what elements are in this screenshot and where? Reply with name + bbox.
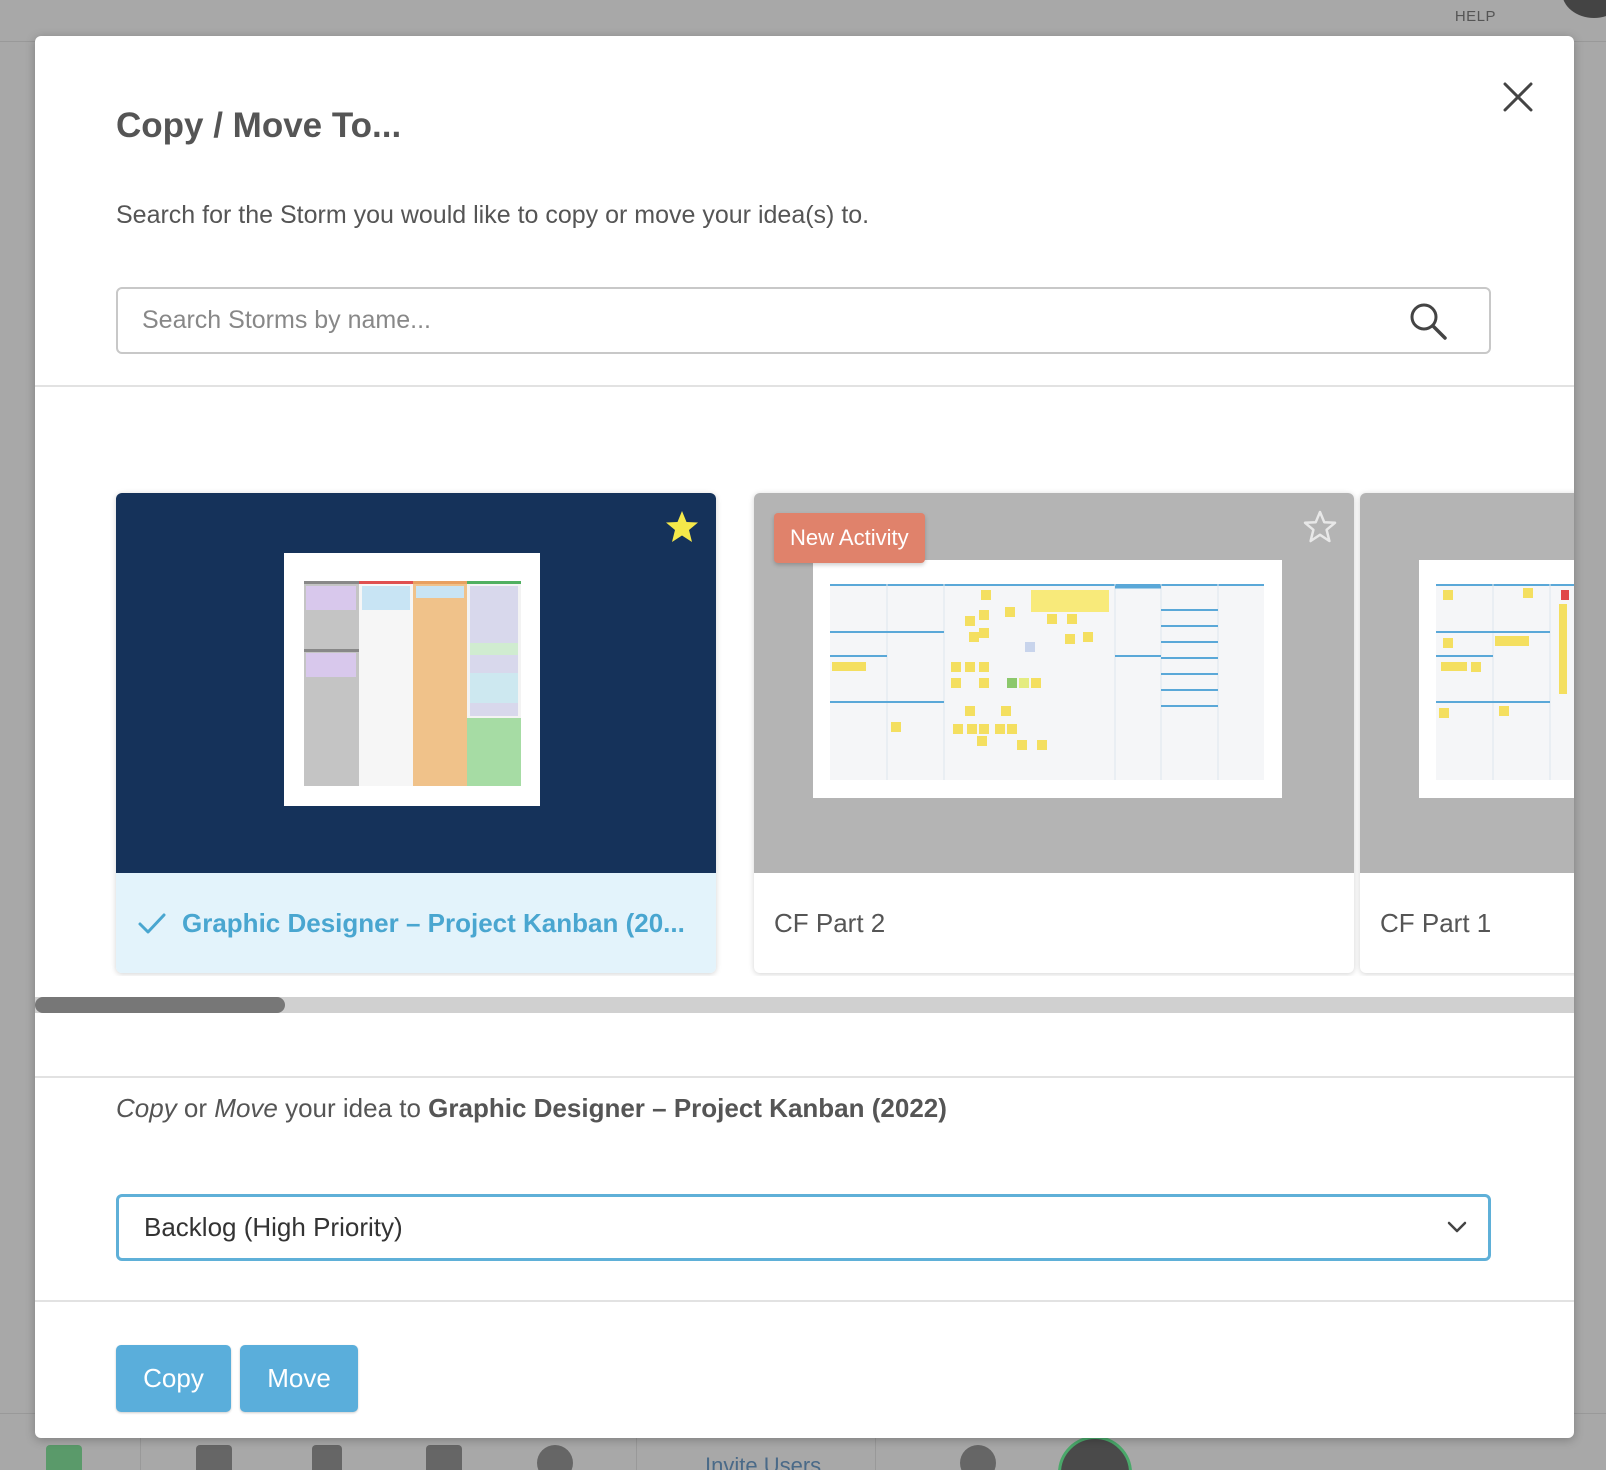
- storm-card-title: CF Part 1: [1360, 873, 1574, 973]
- storm-thumbnail: [1360, 493, 1574, 873]
- storm-card-label: CF Part 1: [1380, 907, 1492, 938]
- storm-card[interactable]: Graphic Designer – Project Kanban (20...: [116, 493, 716, 973]
- section-select-value: Backlog (High Priority): [144, 1212, 403, 1242]
- close-button[interactable]: [1495, 74, 1541, 120]
- target-storm-name: Graphic Designer – Project Kanban (2022): [428, 1093, 947, 1123]
- section-divider: [35, 1300, 1574, 1302]
- section-divider: [35, 1076, 1574, 1078]
- new-activity-badge: New Activity: [774, 513, 925, 563]
- modal-title: Copy / Move To...: [116, 106, 402, 145]
- star-icon[interactable]: [664, 509, 700, 545]
- storm-card[interactable]: New Activity CF Part 2: [754, 493, 1354, 973]
- document-icon[interactable]: [312, 1445, 342, 1470]
- copy-button[interactable]: Copy: [116, 1345, 231, 1412]
- export-icon[interactable]: [426, 1445, 462, 1470]
- or-word: or: [176, 1093, 215, 1123]
- board-preview-image: [830, 584, 1264, 780]
- storm-card-title: Graphic Designer – Project Kanban (20...: [116, 873, 716, 973]
- storm-card[interactable]: CF Part 1: [1360, 493, 1574, 973]
- help-link[interactable]: HELP: [1455, 8, 1496, 25]
- section-divider: [35, 385, 1574, 387]
- storm-card-title: CF Part 2: [754, 873, 1354, 973]
- storm-search-box: [116, 287, 1491, 354]
- storm-card-label: Graphic Designer – Project Kanban (20...: [182, 907, 685, 938]
- modal-instructions: Search for the Storm you would like to c…: [116, 201, 870, 229]
- storm-carousel: Graphic Designer – Project Kanban (20...: [35, 456, 1574, 976]
- storm-card-label: CF Part 2: [774, 907, 886, 938]
- section-select-dropdown[interactable]: Backlog (High Priority): [116, 1194, 1491, 1261]
- add-idea-icon[interactable]: [46, 1445, 82, 1470]
- star-outline-icon[interactable]: [1302, 509, 1338, 545]
- target-mid-text: your idea to: [277, 1093, 429, 1123]
- copy-move-modal: Copy / Move To... Search for the Storm y…: [35, 36, 1574, 1438]
- close-icon: [1503, 82, 1533, 112]
- copy-word: Copy: [116, 1093, 177, 1123]
- storm-thumbnail: New Activity: [754, 493, 1354, 873]
- search-icon[interactable]: [1408, 301, 1448, 341]
- checkmark-icon: [138, 913, 166, 934]
- carousel-scrollbar-thumb[interactable]: [35, 997, 285, 1013]
- storm-thumbnail: [116, 493, 716, 873]
- kanban-preview-image: [304, 581, 521, 786]
- move-button[interactable]: Move: [240, 1345, 358, 1412]
- move-word: Move: [214, 1093, 278, 1123]
- layout-icon[interactable]: [196, 1445, 232, 1470]
- board-preview-image: [1436, 584, 1574, 780]
- carousel-scrollbar[interactable]: [35, 997, 1574, 1013]
- storm-search-input[interactable]: [142, 289, 1402, 352]
- chevron-down-icon: [1447, 1221, 1467, 1233]
- invite-users-button[interactable]: Invite Users: [705, 1453, 821, 1470]
- copy-move-target-text: Copy or Move your idea to Graphic Design…: [116, 1093, 947, 1124]
